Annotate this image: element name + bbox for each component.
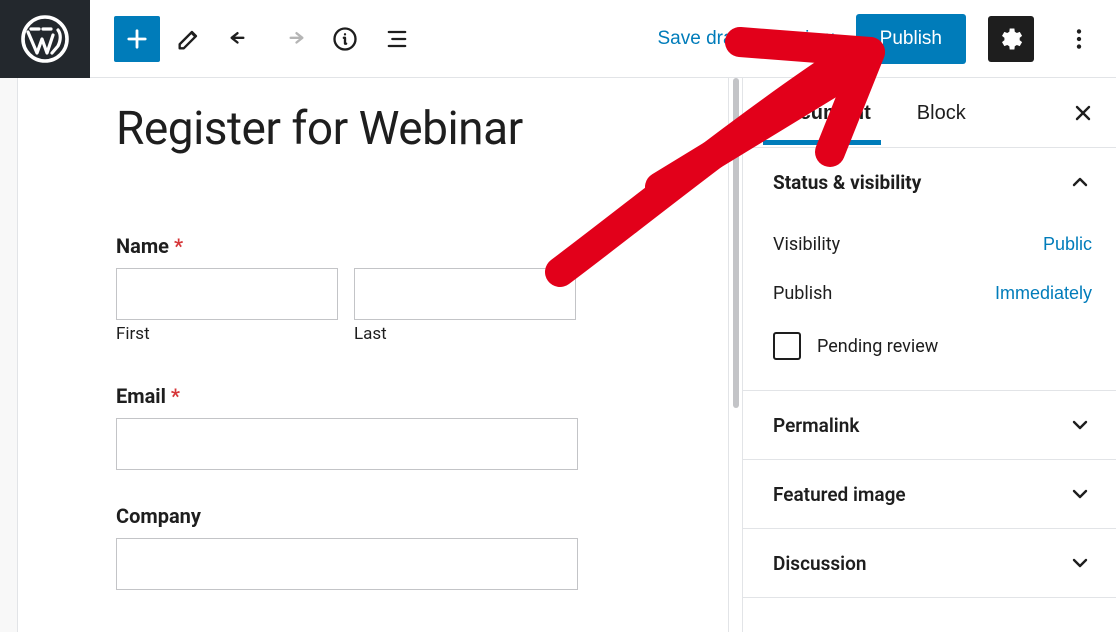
panel-status-visibility: Status & visibility Visibility Public Pu… — [743, 148, 1116, 391]
last-name-sublabel: Last — [354, 324, 576, 344]
row-pending-review: Pending review — [773, 318, 1092, 360]
outline-icon — [383, 25, 411, 53]
chevron-down-icon — [1068, 482, 1092, 506]
plus-icon — [123, 25, 151, 53]
redo-button[interactable] — [270, 16, 316, 62]
editor-top-bar: Save draft Preview Publish — [0, 0, 1116, 78]
gear-icon — [997, 25, 1025, 53]
panel-title-discussion: Discussion — [773, 552, 866, 575]
save-draft-link[interactable]: Save draft — [657, 28, 744, 50]
visibility-label: Visibility — [773, 234, 840, 255]
add-block-button[interactable] — [114, 16, 160, 62]
email-label: Email * — [116, 384, 680, 408]
more-options-button[interactable] — [1056, 16, 1102, 62]
chevron-up-icon — [1068, 170, 1092, 194]
toolbar-left — [90, 16, 420, 62]
page-title-input[interactable]: Register for Webinar — [116, 102, 680, 156]
email-input[interactable] — [116, 418, 578, 470]
field-company: Company — [116, 504, 680, 590]
settings-toggle-button[interactable] — [988, 16, 1034, 62]
preview-link[interactable]: Preview — [766, 28, 834, 50]
panel-discussion: Discussion — [743, 529, 1116, 598]
first-name-input[interactable] — [116, 268, 338, 320]
toolbar-right: Save draft Preview Publish — [657, 14, 1116, 64]
panel-head-featured[interactable]: Featured image — [743, 460, 1116, 528]
required-asterisk: * — [171, 384, 180, 408]
outline-button[interactable] — [374, 16, 420, 62]
panel-title-featured: Featured image — [773, 483, 906, 506]
name-label-text: Name — [116, 234, 169, 258]
edit-mode-button[interactable] — [166, 16, 212, 62]
chevron-down-icon — [1068, 413, 1092, 437]
info-icon — [331, 25, 359, 53]
field-name: Name * First Last — [116, 234, 680, 344]
pending-review-checkbox[interactable] — [773, 332, 801, 360]
first-name-sublabel: First — [116, 324, 338, 344]
field-email: Email * — [116, 384, 680, 470]
settings-sidebar: Document Block Status & visibility Visib… — [742, 78, 1116, 632]
row-publish-time: Publish Immediately — [773, 269, 1092, 318]
close-sidebar-button[interactable] — [1066, 96, 1100, 130]
row-visibility: Visibility Public — [773, 220, 1092, 269]
editor-scrollbar[interactable] — [728, 78, 742, 632]
publish-time-label: Publish — [773, 283, 832, 304]
required-asterisk: * — [174, 234, 183, 258]
editor-canvas[interactable]: Register for Webinar Name * First Last E… — [18, 78, 728, 632]
publish-time-value-button[interactable]: Immediately — [995, 283, 1092, 304]
info-button[interactable] — [322, 16, 368, 62]
publish-button[interactable]: Publish — [856, 14, 966, 64]
redo-icon — [279, 25, 307, 53]
company-label: Company — [116, 504, 680, 528]
panel-featured-image: Featured image — [743, 460, 1116, 529]
tab-block[interactable]: Block — [907, 80, 976, 145]
last-name-input[interactable] — [354, 268, 576, 320]
left-gutter — [0, 78, 18, 632]
close-icon — [1071, 101, 1095, 125]
visibility-value-button[interactable]: Public — [1043, 234, 1092, 255]
tab-document[interactable]: Document — [763, 80, 881, 145]
name-label: Name * — [116, 234, 680, 258]
wp-logo[interactable] — [0, 0, 90, 78]
sidebar-tabs: Document Block — [743, 78, 1116, 148]
undo-icon — [227, 25, 255, 53]
chevron-down-icon — [1068, 551, 1092, 575]
wordpress-icon — [21, 15, 69, 63]
email-label-text: Email — [116, 384, 166, 408]
panel-head-status[interactable]: Status & visibility — [743, 148, 1116, 216]
panel-head-discussion[interactable]: Discussion — [743, 529, 1116, 597]
panel-title-permalink: Permalink — [773, 414, 859, 437]
panel-head-permalink[interactable]: Permalink — [743, 391, 1116, 459]
dots-vertical-icon — [1066, 26, 1092, 52]
panel-title-status: Status & visibility — [773, 171, 921, 194]
undo-button[interactable] — [218, 16, 264, 62]
company-input[interactable] — [116, 538, 578, 590]
pending-review-label: Pending review — [817, 336, 938, 357]
panel-permalink: Permalink — [743, 391, 1116, 460]
pencil-icon — [175, 25, 203, 53]
